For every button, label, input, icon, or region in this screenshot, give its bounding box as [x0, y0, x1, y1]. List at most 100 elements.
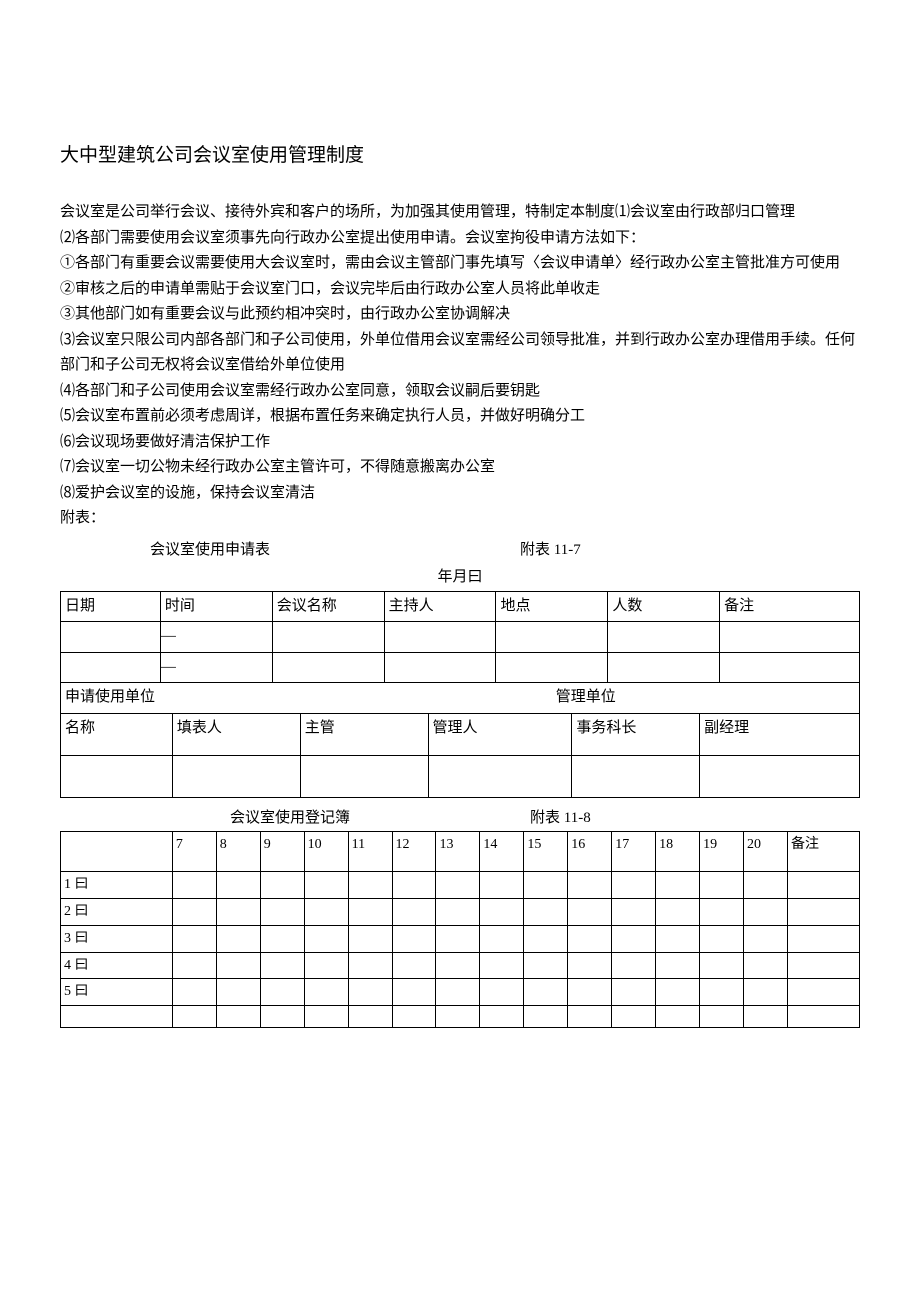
t2-cell — [348, 899, 392, 926]
t2-cell — [787, 979, 859, 1006]
t1-cell — [384, 622, 496, 653]
para-9: ⑹会议现场要做好清洁保护工作 — [60, 430, 860, 456]
t2-cell — [216, 872, 260, 899]
t2-cell — [480, 952, 524, 979]
para-4: ②审核之后的申请单需贴于会议室门口，会议完毕后由行政办公室人员将此单收走 — [60, 277, 860, 303]
t1b-cell — [428, 755, 572, 797]
t2-h-20: 20 — [744, 832, 788, 872]
t2-r4: 4 曰 — [61, 952, 173, 979]
t1-cell — [272, 622, 384, 653]
t2-cell — [392, 899, 436, 926]
table1-title: 会议室使用申请表 — [150, 538, 270, 564]
t2-cell — [524, 899, 568, 926]
t2-cell — [436, 952, 480, 979]
t2-h-10: 10 — [304, 832, 348, 872]
t2-cell — [436, 899, 480, 926]
t2-cell — [216, 952, 260, 979]
application-table-lower: 名称 填表人 主管 管理人 事务科长 副经理 — [60, 713, 860, 798]
t1b-h-vp: 副经理 — [700, 713, 860, 755]
t2-cell — [172, 925, 216, 952]
t2-cell — [392, 952, 436, 979]
t2-h-11: 11 — [348, 832, 392, 872]
para-1: 会议室是公司举行会议、接待外宾和客户的场所，为加强其使用管理，特制定本制度⑴会议… — [60, 200, 860, 226]
table2-ref: 附表 11-8 — [530, 806, 591, 832]
t2-cell — [348, 1006, 392, 1028]
register-table: 7 8 9 10 11 12 13 14 15 16 17 18 19 20 备… — [60, 831, 860, 1028]
t1-cell — [496, 622, 608, 653]
t2-cell — [656, 979, 700, 1006]
t2-cell — [172, 952, 216, 979]
t2-cell — [744, 872, 788, 899]
t1b-h-mgr: 主管 — [300, 713, 428, 755]
t1-h-num: 人数 — [608, 591, 720, 622]
t1-h-loc: 地点 — [496, 591, 608, 622]
t2-h-17: 17 — [612, 832, 656, 872]
t2-cell — [656, 899, 700, 926]
t1-cell — [496, 652, 608, 683]
t1-h-note: 备注 — [720, 591, 860, 622]
t2-cell — [480, 979, 524, 1006]
t2-cell — [480, 1006, 524, 1028]
t2-cell — [348, 872, 392, 899]
doc-title: 大中型建筑公司会议室使用管理制度 — [60, 140, 860, 172]
t2-cell — [524, 952, 568, 979]
para-5: ③其他部门如有重要会议与此预约相冲突时，由行政办公室协调解决 — [60, 302, 860, 328]
t2-cell — [700, 1006, 744, 1028]
t1-units-row: 申请使用单位 管理单位 — [61, 683, 860, 714]
t2-cell — [656, 952, 700, 979]
t2-cell — [568, 899, 612, 926]
t1-cell-dash: — — [160, 652, 272, 683]
t2-cell — [524, 979, 568, 1006]
t2-cell — [304, 899, 348, 926]
t1-cell — [272, 652, 384, 683]
t2-cell — [260, 899, 304, 926]
t2-cell — [304, 872, 348, 899]
t2-h-blank — [61, 832, 173, 872]
t2-h-12: 12 — [392, 832, 436, 872]
para-11: ⑻爱护会议室的设施，保持会议室清洁 — [60, 481, 860, 507]
t2-r-blank — [61, 1006, 173, 1028]
application-table: 日期 时间 会议名称 主持人 地点 人数 备注 — — 申请使用单位 管理单位 — [60, 591, 860, 714]
t1b-h-chief: 事务科长 — [572, 713, 700, 755]
t2-cell — [612, 925, 656, 952]
t2-cell — [392, 872, 436, 899]
para-6: ⑶会议室只限公司内部各部门和子公司使用，外单位借用会议室需经公司领导批准，并到行… — [60, 328, 860, 379]
t2-cell — [656, 925, 700, 952]
t2-cell — [700, 979, 744, 1006]
t2-cell — [480, 899, 524, 926]
para-2: ⑵各部门需要使用会议室须事先向行政办公室提出使用申请。会议室拘役申请方法如下： — [60, 226, 860, 252]
t2-cell — [348, 925, 392, 952]
t2-cell — [260, 952, 304, 979]
t2-cell — [700, 952, 744, 979]
t2-r3: 3 曰 — [61, 925, 173, 952]
table1-ref: 附表 11-7 — [520, 538, 581, 564]
t2-cell — [787, 899, 859, 926]
t1b-cell — [700, 755, 860, 797]
t1b-cell — [172, 755, 300, 797]
t1-h-date: 日期 — [61, 591, 161, 622]
t2-h-18: 18 — [656, 832, 700, 872]
t2-cell — [612, 899, 656, 926]
t1-cell — [608, 622, 720, 653]
t2-cell — [392, 979, 436, 1006]
t2-cell — [436, 979, 480, 1006]
t2-cell — [348, 979, 392, 1006]
t2-cell — [172, 1006, 216, 1028]
table2-title: 会议室使用登记簿 — [230, 806, 350, 832]
t1-cell — [61, 622, 161, 653]
t1-h-time: 时间 — [160, 591, 272, 622]
t2-cell — [216, 979, 260, 1006]
t2-cell — [612, 979, 656, 1006]
t2-h-15: 15 — [524, 832, 568, 872]
t2-h-9: 9 — [260, 832, 304, 872]
t2-cell — [216, 1006, 260, 1028]
t1-cell — [384, 652, 496, 683]
t2-cell — [524, 925, 568, 952]
t2-cell — [304, 979, 348, 1006]
t2-cell — [787, 952, 859, 979]
t2-cell — [304, 925, 348, 952]
t1b-h-name: 名称 — [61, 713, 173, 755]
t2-h-7: 7 — [172, 832, 216, 872]
t2-r2: 2 曰 — [61, 899, 173, 926]
t2-cell — [172, 899, 216, 926]
